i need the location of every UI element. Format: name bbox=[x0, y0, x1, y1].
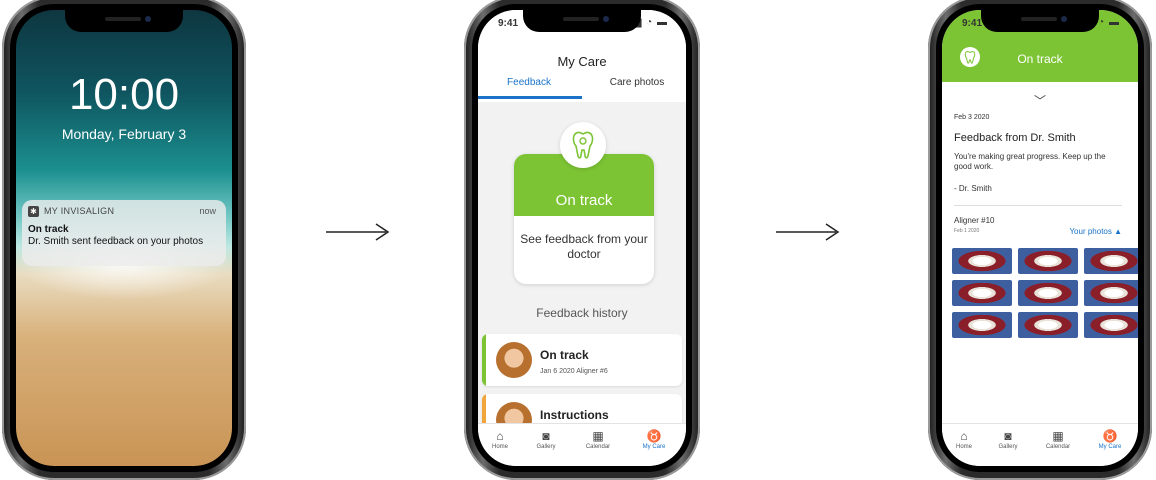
status-card-label: On track bbox=[555, 192, 613, 209]
home-icon: ⌂ bbox=[960, 429, 968, 443]
smile-photo[interactable] bbox=[1018, 280, 1078, 306]
history-item-subtitle: Jan 6 2020 Aligner #6 bbox=[540, 368, 608, 375]
smile-photo[interactable] bbox=[952, 280, 1012, 306]
status-header-title: On track bbox=[1017, 52, 1063, 66]
your-photos-toggle[interactable]: Your photos ▲ bbox=[1069, 227, 1122, 236]
smile-photo[interactable] bbox=[952, 312, 1012, 338]
tab-gallery[interactable]: ◙ Gallery bbox=[988, 428, 1028, 450]
tab-calendar[interactable]: ▦ Calendar bbox=[578, 428, 618, 450]
tab-my-care[interactable]: ♉ My Care bbox=[1090, 428, 1130, 450]
tab-bar: ⌂ Home ◙ Gallery ▦ Calendar ♉ My Care bbox=[478, 423, 686, 466]
smile-photo[interactable] bbox=[1018, 248, 1078, 274]
calendar-icon: ▦ bbox=[1052, 429, 1064, 443]
notification-time: now bbox=[199, 206, 216, 216]
chevron-down-icon[interactable]: ﹀ bbox=[942, 92, 1138, 109]
tab-home[interactable]: ⌂ Home bbox=[480, 428, 520, 450]
smile-photo[interactable] bbox=[1084, 312, 1138, 338]
tab-feedback[interactable]: Feedback bbox=[478, 77, 580, 88]
status-time: 9:41 bbox=[498, 18, 519, 29]
avatar bbox=[496, 342, 532, 378]
aligner-number: Aligner #10 bbox=[954, 216, 995, 225]
status-color-bar bbox=[482, 334, 486, 386]
feedback-message: You're making great progress. Keep up th… bbox=[954, 152, 1106, 171]
smile-photo[interactable] bbox=[1084, 280, 1138, 306]
home-icon: ⌂ bbox=[496, 429, 504, 443]
calendar-icon: ▦ bbox=[592, 429, 604, 443]
tab-gallery[interactable]: ◙ Gallery bbox=[526, 428, 566, 450]
notification-app-name: MY INVISALIGN bbox=[44, 206, 115, 216]
tooth-icon bbox=[560, 122, 606, 168]
feedback-detail-screen: 9:41 ▂▄▆ ◔ ▬ On track ﹀ Feb 3 2020 Feedb… bbox=[942, 10, 1138, 466]
tooth-icon: ♉ bbox=[646, 429, 662, 443]
app-icon: ✱ bbox=[28, 206, 39, 217]
smile-photo[interactable] bbox=[1018, 312, 1078, 338]
tab-calendar[interactable]: ▦ Calendar bbox=[1038, 428, 1078, 450]
tab-home[interactable]: ⌂ Home bbox=[944, 428, 984, 450]
notification-card[interactable]: ✱ MY INVISALIGN now On track Dr. Smith s… bbox=[22, 200, 226, 266]
status-card[interactable]: On track See feedback from your doctor bbox=[514, 154, 654, 284]
phone-feedback-detail: 9:41 ▂▄▆ ◔ ▬ On track ﹀ Feb 3 2020 Feedb… bbox=[928, 0, 1152, 480]
notification-title: On track bbox=[28, 224, 69, 235]
feedback-history-title: Feedback history bbox=[536, 306, 628, 320]
my-care-screen: 9:41 ▂▄▆ ◔ ▬ My Care Feedback Care photo… bbox=[478, 10, 686, 466]
right-arrow-icon bbox=[326, 223, 390, 241]
history-item[interactable]: On track Jan 6 2020 Aligner #6 bbox=[482, 334, 682, 386]
tab-bar: ⌂ Home ◙ Gallery ▦ Calendar ♉ My Care bbox=[942, 423, 1138, 466]
divider bbox=[954, 205, 1122, 206]
right-arrow-icon bbox=[776, 223, 840, 241]
aligner-date: Feb 1 2020 bbox=[954, 228, 980, 234]
camera-icon: ◙ bbox=[1004, 429, 1012, 443]
camera-icon: ◙ bbox=[542, 429, 550, 443]
lock-screen: 10:00 Monday, February 3 ✱ MY INVISALIGN… bbox=[16, 10, 232, 466]
history-item-title: On track bbox=[540, 348, 589, 362]
feedback-date: Feb 3 2020 bbox=[954, 114, 990, 121]
tab-underline bbox=[478, 96, 582, 99]
page-title: My Care bbox=[557, 54, 607, 69]
smile-photo[interactable] bbox=[1084, 248, 1138, 274]
status-time: 9:41 bbox=[962, 18, 983, 29]
feedback-signature: - Dr. Smith bbox=[954, 184, 992, 193]
feedback-heading: Feedback from Dr. Smith bbox=[954, 132, 1076, 144]
tab-my-care[interactable]: ♉ My Care bbox=[634, 428, 674, 450]
lock-date: Monday, February 3 bbox=[61, 126, 187, 142]
tooth-icon: ♉ bbox=[1102, 429, 1118, 443]
history-item-title: Instructions bbox=[540, 408, 609, 422]
phone-lock-screen: 10:00 Monday, February 3 ✱ MY INVISALIGN… bbox=[2, 0, 246, 480]
notification-message: Dr. Smith sent feedback on your photos bbox=[28, 236, 204, 247]
phone-my-care: 9:41 ▂▄▆ ◔ ▬ My Care Feedback Care photo… bbox=[464, 0, 700, 480]
smile-photo[interactable] bbox=[952, 248, 1012, 274]
lock-time: 10:00 bbox=[68, 70, 180, 119]
tab-care-photos[interactable]: Care photos bbox=[582, 77, 686, 88]
status-card-cta: See feedback from your doctor bbox=[520, 232, 648, 261]
